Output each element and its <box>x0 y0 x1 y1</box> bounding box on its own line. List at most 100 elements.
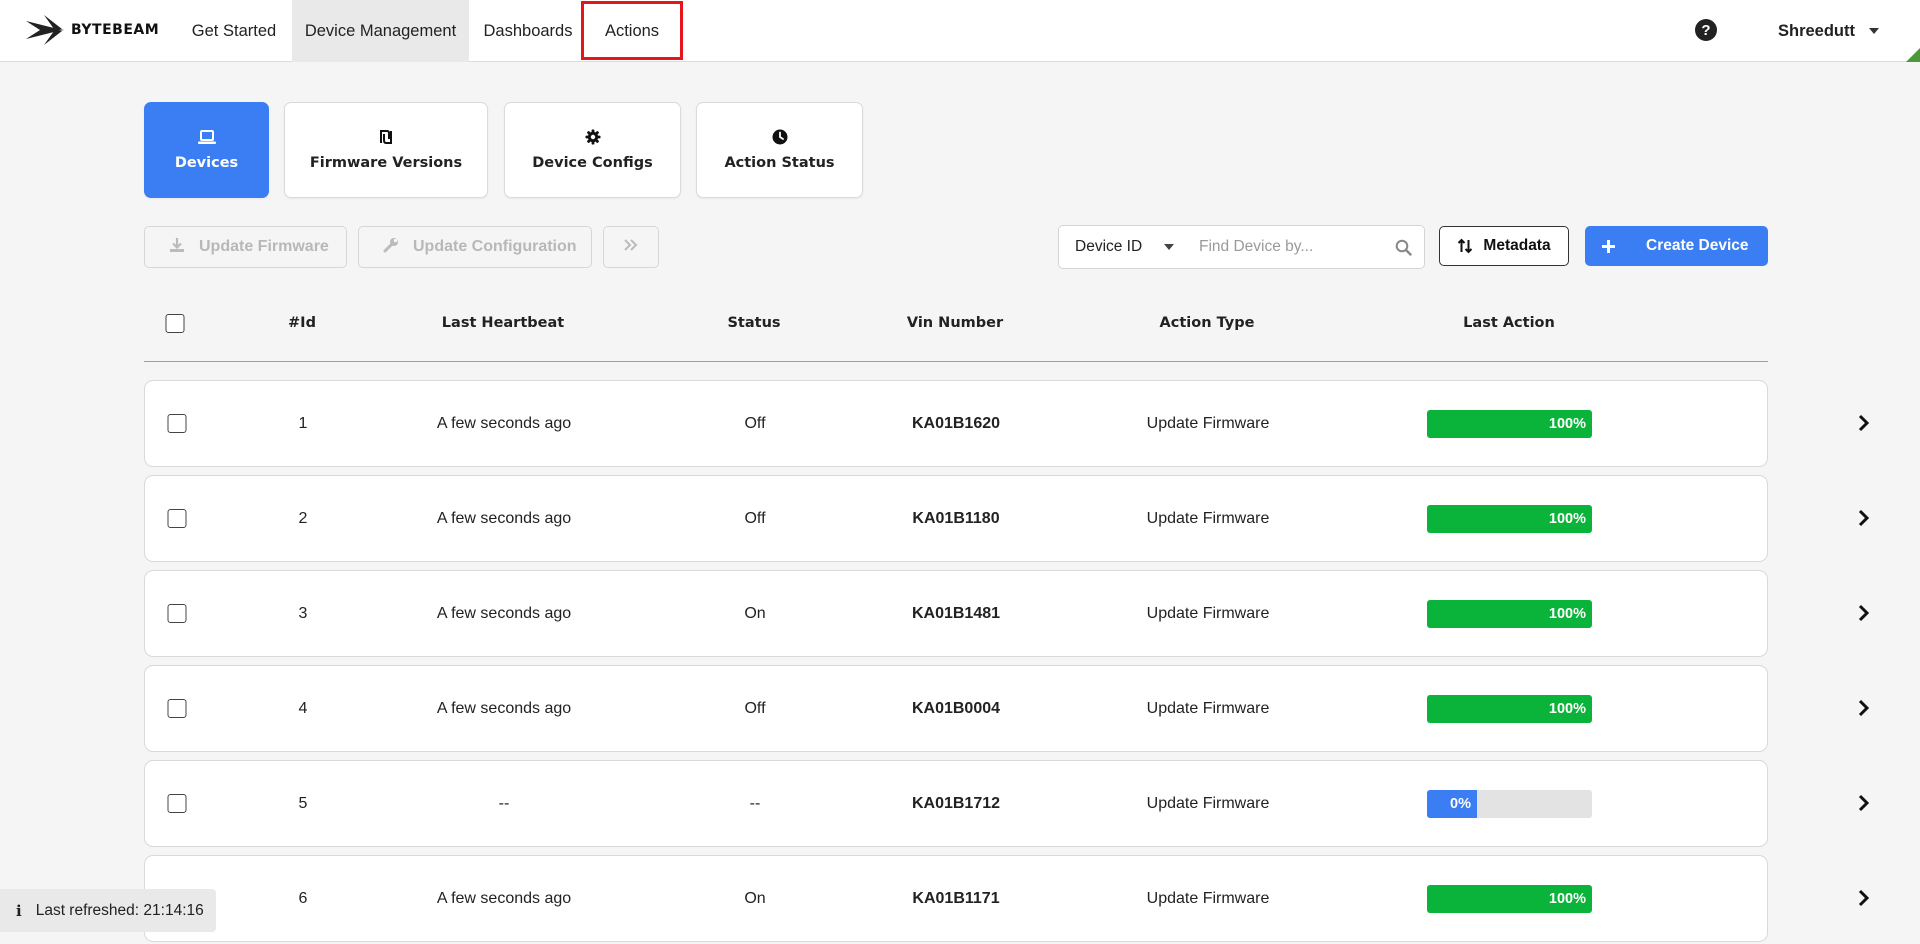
row-checkbox[interactable] <box>167 509 187 528</box>
column-header-status[interactable]: Status <box>727 290 780 356</box>
column-header-last-action[interactable]: Last Action <box>1463 290 1555 356</box>
last-refreshed-text: Last refreshed: 21:14:16 <box>35 901 204 919</box>
search-field-select[interactable]: Device ID <box>1075 226 1175 268</box>
plus-icon <box>1601 239 1616 254</box>
device-id: 5 <box>298 794 308 812</box>
progress-fill: 100% <box>1427 505 1592 533</box>
action-type: Update Firmware <box>1146 509 1270 527</box>
last-action-progress: 100% <box>1427 695 1592 723</box>
action-type: Update Firmware <box>1146 794 1270 812</box>
select-all-cell <box>165 290 185 356</box>
tab-device-configs[interactable]: Device Configs <box>504 102 681 198</box>
last-refreshed-toast: i Last refreshed: 21:14:16 <box>0 889 216 932</box>
column-header-id[interactable]: #Id <box>288 290 316 356</box>
device-status: On <box>744 604 766 622</box>
row-checkbox[interactable] <box>167 414 187 433</box>
tab-devices[interactable]: Devices <box>144 102 269 198</box>
tab-label: Firmware Versions <box>309 155 463 171</box>
table-row[interactable]: 6 A few seconds ago On KA01B1171 Update … <box>144 855 1870 942</box>
tab-firmware-versions[interactable]: Firmware Versions <box>284 102 488 198</box>
clock-icon <box>772 129 788 145</box>
device-search: Device ID <box>1058 225 1425 269</box>
row-select-cell <box>167 476 187 561</box>
sort-arrows-icon <box>1457 238 1473 254</box>
chevron-right-icon[interactable] <box>1858 794 1870 817</box>
last-heartbeat: A few seconds ago <box>436 699 572 717</box>
metadata-label: Metadata <box>1483 237 1551 254</box>
search-input[interactable] <box>1199 232 1374 262</box>
shekel-icon <box>379 129 393 145</box>
nav-dashboards[interactable]: Dashboards <box>473 0 583 62</box>
row-checkbox[interactable] <box>167 604 187 623</box>
table-row[interactable]: 3 A few seconds ago On KA01B1481 Update … <box>144 570 1870 657</box>
chevron-right-icon[interactable] <box>1858 699 1870 722</box>
nav-device-management[interactable]: Device Management <box>292 0 469 62</box>
action-type: Update Firmware <box>1146 889 1270 907</box>
device-id: 3 <box>298 604 308 622</box>
table-row[interactable]: 2 A few seconds ago Off KA01B1180 Update… <box>144 475 1870 562</box>
column-header-action-type[interactable]: Action Type <box>1160 290 1255 356</box>
device-status: On <box>744 889 766 907</box>
last-action-progress: 100% <box>1427 505 1592 533</box>
column-header-vin-number[interactable]: Vin Number <box>907 290 1003 356</box>
table-row[interactable]: 5 -- -- KA01B1712 Update Firmware 0% <box>144 760 1870 847</box>
chevron-right-icon[interactable] <box>1858 414 1870 437</box>
brand-name: BYTEBEAM <box>71 22 160 38</box>
table-row[interactable]: 1 A few seconds ago Off KA01B1620 Update… <box>144 380 1870 467</box>
last-action-progress: 100% <box>1427 410 1592 438</box>
tab-label: Device Configs <box>532 155 653 171</box>
last-action-progress: 0% <box>1427 790 1592 818</box>
info-icon: i <box>16 901 22 920</box>
nav-get-started[interactable]: Get Started <box>178 0 290 62</box>
vin-number: KA01B1620 <box>911 414 1001 432</box>
metadata-button[interactable]: Metadata <box>1439 226 1569 266</box>
progress-fill: 0% <box>1427 790 1477 818</box>
row-checkbox[interactable] <box>167 794 187 813</box>
create-device-button[interactable]: Create Device <box>1585 226 1768 266</box>
vin-number: KA01B1180 <box>912 509 1000 527</box>
device-id: 4 <box>298 699 308 717</box>
last-heartbeat: A few seconds ago <box>436 604 572 622</box>
device-status: Off <box>744 414 766 432</box>
device-id: 2 <box>298 509 308 527</box>
question-circle-icon[interactable]: ? <box>1695 19 1717 41</box>
action-type: Update Firmware <box>1146 414 1270 432</box>
download-icon <box>169 237 185 258</box>
bytebeam-logo[interactable]: BYTEBEAM <box>24 12 159 48</box>
last-action-progress: 100% <box>1427 885 1592 913</box>
device-status: Off <box>744 509 766 527</box>
action-type: Update Firmware <box>1146 699 1270 717</box>
vin-number: KA01B1481 <box>911 604 1001 622</box>
nav-actions[interactable]: Actions <box>586 0 678 62</box>
tab-action-status[interactable]: Action Status <box>696 102 863 198</box>
device-status: Off <box>744 699 766 717</box>
table-row[interactable]: 4 A few seconds ago Off KA01B0004 Update… <box>144 665 1870 752</box>
double-chevron-right-icon <box>624 238 638 256</box>
update-firmware-button[interactable]: Update Firmware <box>144 226 347 268</box>
column-header-last-heartbeat[interactable]: Last Heartbeat <box>442 290 564 356</box>
more-actions-button[interactable] <box>603 226 659 268</box>
top-navbar: BYTEBEAM Get Started Device Management D… <box>0 0 1920 62</box>
search-icon[interactable] <box>1395 239 1412 261</box>
select-all-checkbox[interactable] <box>165 313 185 333</box>
tab-label: Action Status <box>724 155 835 171</box>
chevron-right-icon[interactable] <box>1858 509 1870 532</box>
last-heartbeat: -- <box>498 794 510 812</box>
user-menu[interactable]: Shreedutt <box>1778 0 1880 62</box>
update-configuration-button[interactable]: Update Configuration <box>358 226 592 268</box>
bytebeam-logo-icon <box>26 15 64 45</box>
create-device-label: Create Device <box>1646 237 1749 254</box>
row-checkbox[interactable] <box>167 699 187 718</box>
progress-fill: 100% <box>1427 695 1592 723</box>
update-firmware-label: Update Firmware <box>199 238 329 255</box>
user-name: Shreedutt <box>1778 21 1856 40</box>
row-select-cell <box>167 381 187 466</box>
vin-number: KA01B0004 <box>911 699 1001 717</box>
update-configuration-label: Update Configuration <box>413 238 577 255</box>
caret-down-icon <box>1869 28 1880 34</box>
last-heartbeat: A few seconds ago <box>436 509 572 527</box>
chevron-right-icon[interactable] <box>1858 604 1870 627</box>
progress-fill: 100% <box>1427 885 1592 913</box>
chevron-right-icon[interactable] <box>1858 889 1870 912</box>
device-status: -- <box>749 794 761 812</box>
